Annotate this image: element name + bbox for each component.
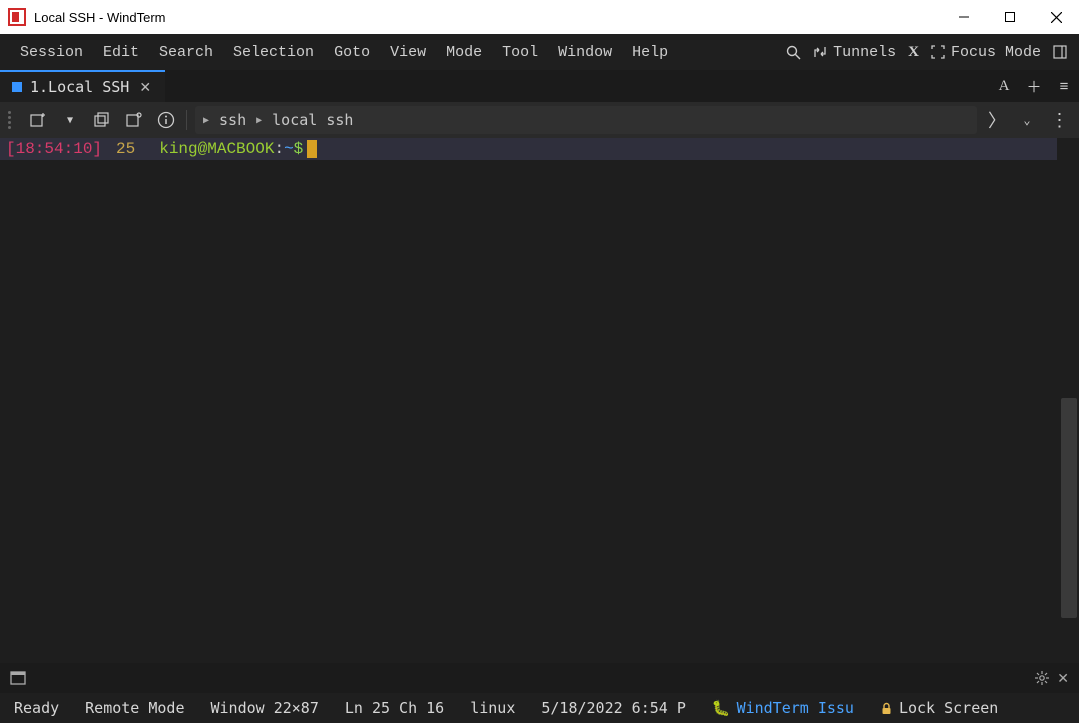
cursor [307,140,317,158]
focus-icon [931,45,945,59]
tab-indicator-icon [12,82,22,92]
worm-icon: 🐛 [712,699,731,717]
path-seg-ssh[interactable]: ssh [219,111,246,129]
menu-session[interactable]: Session [10,38,93,67]
terminal[interactable]: [18:54:10] 25 king@MACBOOK:~$ [0,138,1079,663]
titlebar: Local SSH - WindTerm [0,0,1079,34]
menu-view[interactable]: View [380,38,436,67]
focus-mode-button[interactable]: Focus Mode [925,40,1047,65]
menu-help[interactable]: Help [622,38,678,67]
tunnels-label: Tunnels [833,44,896,61]
status-window-size[interactable]: Window 22×87 [211,699,319,717]
timestamp: [18:54:10] [6,140,102,158]
duplicate-window-icon[interactable] [90,108,114,132]
path-bar[interactable]: ▶ ssh ▶ local ssh [195,106,977,134]
tab-label: 1.Local SSH [30,78,129,96]
new-window-icon[interactable] [26,108,50,132]
lock-icon [880,702,893,715]
toolbar: ▼ ▶ ssh ▶ local ssh 〉 ⌄ ⋮ [0,102,1079,138]
menu-selection[interactable]: Selection [223,38,324,67]
menu-goto[interactable]: Goto [324,38,380,67]
terminal-line: [18:54:10] 25 king@MACBOOK:~$ [0,138,1057,160]
tabbar: 1.Local SSH ✕ A ＋ ≡ [0,70,1079,102]
scrollbar[interactable] [1061,398,1077,618]
tab-local-ssh[interactable]: 1.Local SSH ✕ [0,70,165,102]
tab-close-icon[interactable]: ✕ [137,79,153,96]
search-icon[interactable] [780,41,807,64]
breadcrumb-arrow-icon: ▶ [256,115,262,126]
font-button[interactable]: A [989,70,1019,102]
status-issue-link[interactable]: 🐛 WindTerm Issu [712,699,854,717]
menu-tool[interactable]: Tool [492,38,548,67]
statusbar: Ready Remote Mode Window 22×87 Ln 25 Ch … [0,693,1079,723]
menu-window[interactable]: Window [548,38,622,67]
layout-icon[interactable] [1047,41,1073,63]
menu-mode[interactable]: Mode [436,38,492,67]
maximize-button[interactable] [987,0,1033,34]
grip-icon[interactable] [8,111,18,129]
menu-search[interactable]: Search [149,38,223,67]
info-icon[interactable] [154,108,178,132]
breadcrumb-arrow-icon: ▶ [203,115,209,126]
status-ready: Ready [14,699,59,717]
menubar: Session Edit Search Selection Goto View … [0,34,1079,70]
focus-mode-label: Focus Mode [951,44,1041,61]
panel-close-icon[interactable]: ✕ [1057,670,1069,687]
new-tab-button[interactable]: ＋ [1019,70,1049,102]
path-seg-local[interactable]: local ssh [272,111,353,129]
more-icon[interactable]: ⋮ [1047,108,1071,132]
line-number: 25 [116,140,135,158]
menu-edit[interactable]: Edit [93,38,149,67]
tunnels-icon [813,45,827,59]
status-os[interactable]: linux [470,699,515,717]
status-remote-mode[interactable]: Remote Mode [85,699,184,717]
tunnels-button[interactable]: Tunnels [807,40,902,65]
window-title: Local SSH - WindTerm [34,10,165,25]
app-icon [8,8,26,26]
path-dropdown-icon[interactable]: ⌄ [1015,108,1039,132]
minimize-button[interactable] [941,0,987,34]
output-panel-bar: ✕ [0,663,1079,693]
detach-window-icon[interactable] [122,108,146,132]
tab-menu-button[interactable]: ≡ [1049,70,1079,102]
panel-icon[interactable] [10,670,26,686]
dropdown-icon[interactable]: ▼ [58,108,82,132]
path-forward-icon[interactable]: 〉 [985,108,1009,132]
close-button[interactable] [1033,0,1079,34]
panel-settings-icon[interactable] [1035,671,1049,685]
status-lock-screen[interactable]: Lock Screen [880,699,998,717]
prompt: king@MACBOOK:~$ [159,140,303,158]
status-line-col[interactable]: Ln 25 Ch 16 [345,699,444,717]
x-button[interactable]: X [902,40,925,65]
status-datetime: 5/18/2022 6:54 P [541,699,686,717]
